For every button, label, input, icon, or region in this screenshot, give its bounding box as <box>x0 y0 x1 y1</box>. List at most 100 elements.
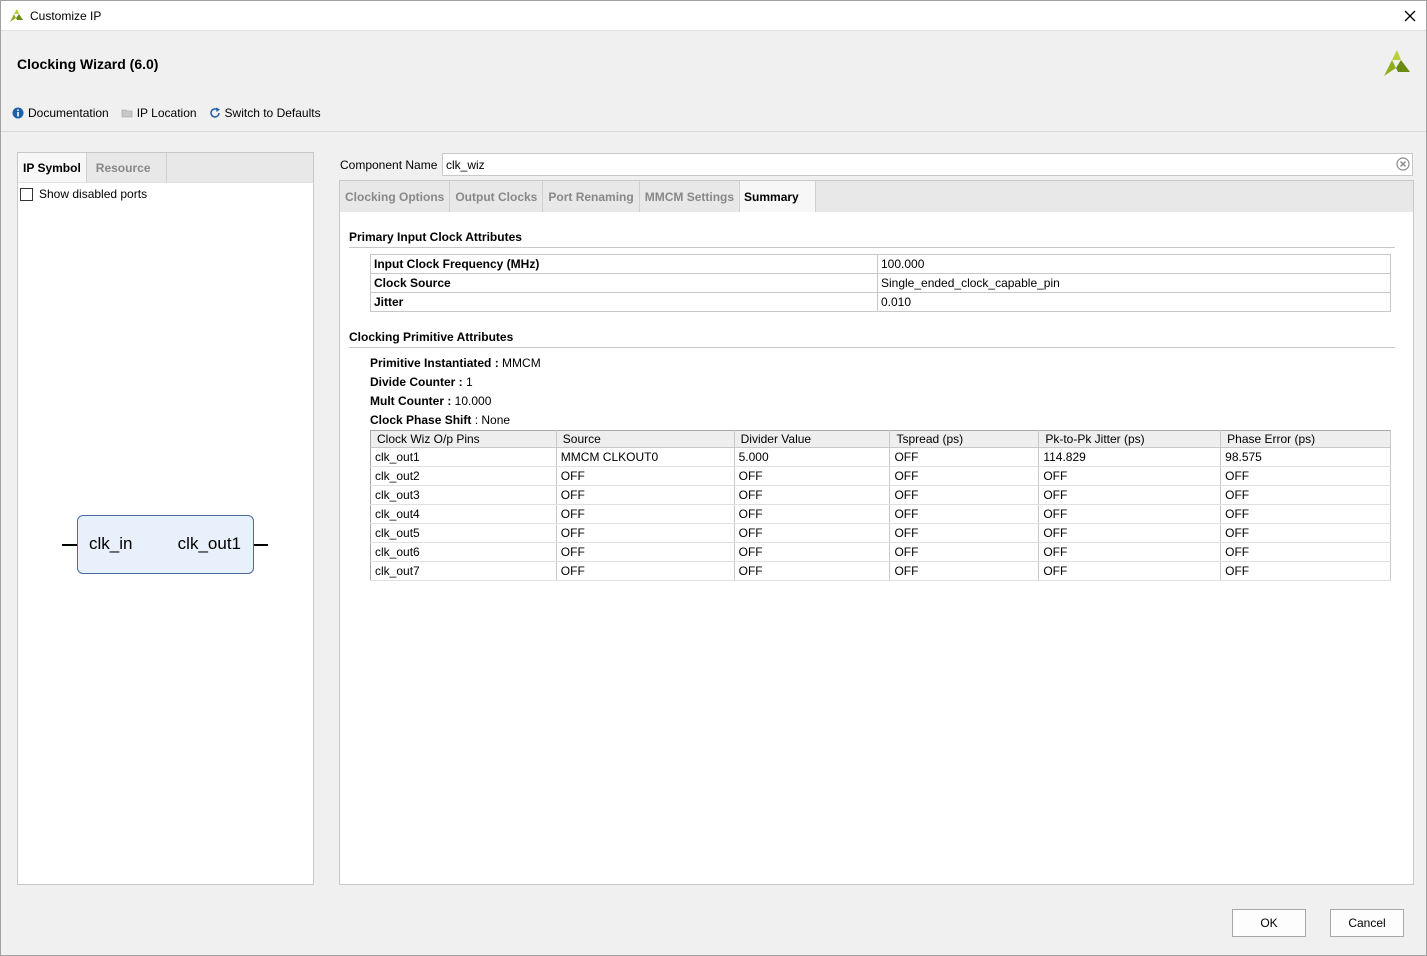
section-divider <box>349 247 1395 248</box>
primary-input-table: Input Clock Frequency (MHz) 100.000 Cloc… <box>370 254 1391 312</box>
table-cell: OFF <box>889 485 1040 505</box>
table-cell: clk_out3 <box>370 485 557 505</box>
table-cell: OFF <box>556 466 735 486</box>
tab-output-clocks[interactable]: Output Clocks <box>450 181 544 212</box>
window-title: Customize IP <box>30 8 102 23</box>
tab-summary[interactable]: Summary <box>740 181 816 212</box>
ip-header: Clocking Wizard (6.0) Documentation IP L… <box>1 32 1426 132</box>
clear-icon[interactable] <box>1396 157 1410 171</box>
table-row: clk_out5 OFF OFF OFF OFF OFF <box>370 523 1391 543</box>
ip-location-label: IP Location <box>136 106 197 120</box>
table-cell: OFF <box>734 561 891 581</box>
ip-symbol-block: clk_in clk_out1 <box>77 515 254 574</box>
clock-phase-shift: Clock Phase Shift : None <box>370 413 510 427</box>
table-cell: clk_out4 <box>370 504 557 524</box>
tab-ip-symbol[interactable]: IP Symbol <box>18 153 87 182</box>
table-cell: MMCM CLKOUT0 <box>556 447 735 467</box>
table-row: clk_out6 OFF OFF OFF OFF OFF <box>370 542 1391 562</box>
table-cell: OFF <box>1038 561 1222 581</box>
table-cell: clk_out5 <box>370 523 557 543</box>
switch-defaults-button[interactable]: Switch to Defaults <box>209 106 321 120</box>
tab-clocking-options[interactable]: Clocking Options <box>340 181 451 212</box>
switch-defaults-label: Switch to Defaults <box>224 106 321 120</box>
attr-value: 100.000 <box>877 254 1391 274</box>
ok-button[interactable]: OK <box>1232 909 1306 937</box>
table-cell: OFF <box>889 561 1040 581</box>
config-tabs: Clocking Options Output Clocks Port Rena… <box>340 181 1413 212</box>
show-disabled-label: Show disabled ports <box>39 187 148 201</box>
cancel-button[interactable]: Cancel <box>1330 909 1404 937</box>
toolbar: Documentation IP Location Switch to Defa… <box>12 106 321 120</box>
folder-icon <box>121 109 133 118</box>
table-cell: OFF <box>1220 504 1391 524</box>
table-cell: OFF <box>889 542 1040 562</box>
documentation-button[interactable]: Documentation <box>12 106 109 120</box>
table-row: clk_out1 MMCM CLKOUT0 5.000 OFF 114.829 … <box>370 447 1391 467</box>
table-row: clk_out3 OFF OFF OFF OFF OFF <box>370 485 1391 505</box>
column-header[interactable]: Tspread (ps) <box>889 430 1040 448</box>
tab-resource[interactable]: Resource <box>87 153 167 182</box>
table-cell: OFF <box>556 504 735 524</box>
xilinx-logo-icon <box>1384 50 1410 76</box>
table-cell: OFF <box>556 523 735 543</box>
tab-mmcm-settings[interactable]: MMCM Settings <box>640 181 741 212</box>
tab-resource-label: Resource <box>95 160 151 175</box>
primitive-value: : None <box>471 413 511 427</box>
table-row: clk_out2 OFF OFF OFF OFF OFF <box>370 466 1391 486</box>
table-row: clk_out4 OFF OFF OFF OFF OFF <box>370 504 1391 524</box>
table-row: Input Clock Frequency (MHz) 100.000 <box>370 254 1391 274</box>
table-cell: OFF <box>556 542 735 562</box>
table-cell: 114.829 <box>1038 447 1222 467</box>
component-name-input[interactable] <box>442 153 1413 176</box>
show-disabled-checkbox[interactable] <box>20 187 33 201</box>
primitive-value: 1 <box>462 375 473 389</box>
column-header[interactable]: Phase Error (ps) <box>1220 430 1391 448</box>
table-cell: OFF <box>734 466 891 486</box>
primary-input-section-title: Primary Input Clock Attributes <box>349 230 522 244</box>
input-port-line <box>62 544 77 546</box>
refresh-icon <box>209 107 220 118</box>
table-cell: OFF <box>1220 542 1391 562</box>
table-row: Clock Source Single_ended_clock_capable_… <box>370 273 1391 293</box>
table-cell: OFF <box>1038 504 1222 524</box>
output-pin-label: clk_out1 <box>177 534 241 553</box>
table-cell: OFF <box>1220 561 1391 581</box>
table-cell: OFF <box>1038 542 1222 562</box>
column-header[interactable]: Pk-to-Pk Jitter (ps) <box>1038 430 1222 448</box>
primitive-value: MMCM <box>498 356 541 370</box>
close-button[interactable] <box>1394 1 1426 31</box>
output-clocks-table: Clock Wiz O/p Pins Source Divider Value … <box>370 430 1391 581</box>
table-cell: clk_out2 <box>370 466 557 486</box>
table-cell: OFF <box>1220 523 1391 543</box>
output-port-line <box>254 544 268 546</box>
attr-key: Clock Source <box>370 273 878 293</box>
table-row: Jitter 0.010 <box>370 292 1391 312</box>
tab-port-renaming[interactable]: Port Renaming <box>543 181 640 212</box>
section-divider <box>349 347 1395 348</box>
attr-value: Single_ended_clock_capable_pin <box>877 273 1391 293</box>
table-cell: OFF <box>1220 466 1391 486</box>
primitive-key: Divide Counter : <box>370 375 463 389</box>
show-disabled-ports[interactable]: Show disabled ports <box>20 187 147 201</box>
primitive-value: 10.000 <box>451 394 492 408</box>
close-icon <box>1404 10 1416 22</box>
table-header-row: Clock Wiz O/p Pins Source Divider Value … <box>370 430 1391 448</box>
primitive-key: Clock Phase Shift <box>370 413 472 427</box>
xilinx-logo-icon <box>10 8 23 22</box>
table-cell: OFF <box>1220 485 1391 505</box>
table-cell: OFF <box>1038 485 1222 505</box>
ip-location-button[interactable]: IP Location <box>121 106 197 120</box>
primitive-section-title: Clocking Primitive Attributes <box>349 330 514 344</box>
mult-counter: Mult Counter : 10.000 <box>370 394 491 408</box>
table-cell: OFF <box>734 523 891 543</box>
attr-key: Jitter <box>370 292 878 312</box>
documentation-label: Documentation <box>28 106 109 120</box>
table-cell: OFF <box>734 485 891 505</box>
column-header[interactable]: Clock Wiz O/p Pins <box>370 430 557 448</box>
column-header[interactable]: Divider Value <box>734 430 891 448</box>
table-cell: OFF <box>556 561 735 581</box>
table-cell: OFF <box>889 466 1040 486</box>
table-cell: OFF <box>889 523 1040 543</box>
column-header[interactable]: Source <box>556 430 735 448</box>
table-cell: OFF <box>889 447 1040 467</box>
